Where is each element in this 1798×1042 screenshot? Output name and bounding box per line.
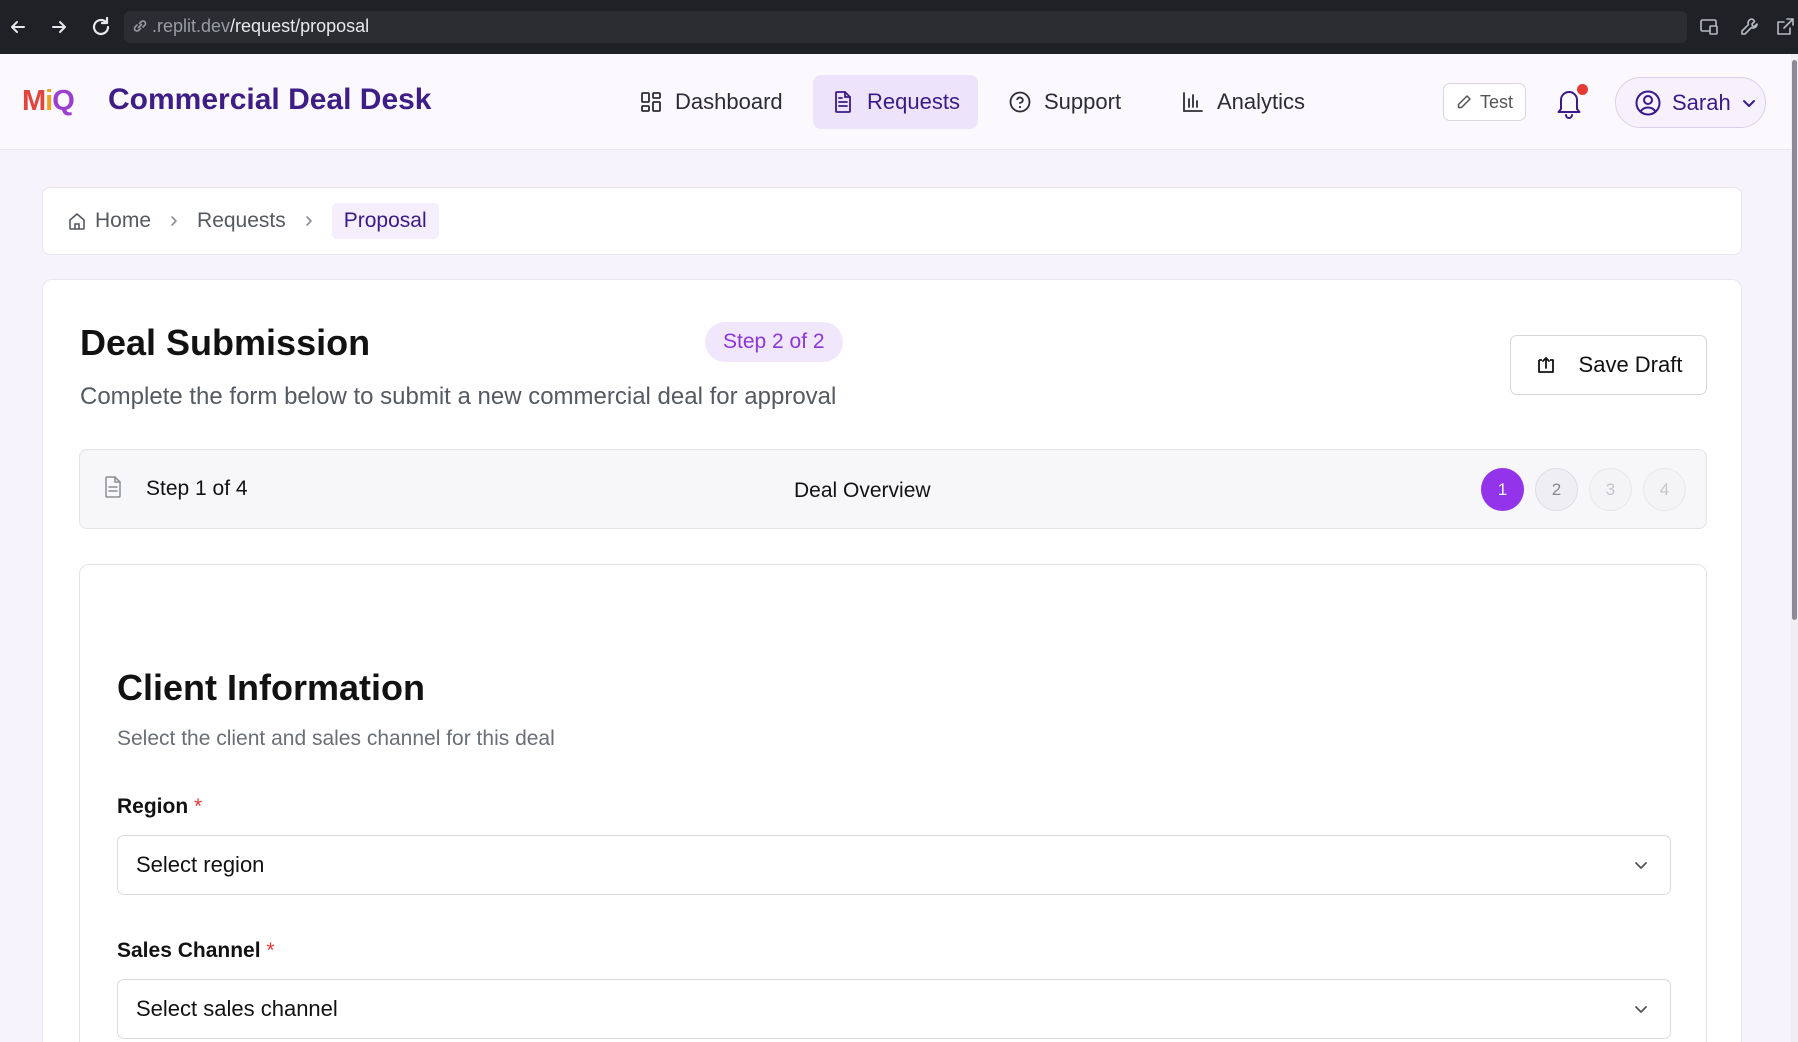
arrow-left-icon — [11, 21, 25, 33]
bar-chart-icon — [1183, 92, 1203, 112]
breadcrumb: Home Requests Proposal — [42, 187, 1742, 255]
link-icon — [131, 17, 149, 35]
chevron-right-icon — [302, 214, 316, 228]
document-icon — [104, 476, 122, 498]
step-badge: Step 2 of 2 — [705, 322, 843, 362]
breadcrumb-proposal-label: Proposal — [343, 209, 427, 232]
upload-icon — [1537, 357, 1554, 373]
breadcrumb-requests-label: Requests — [197, 209, 286, 232]
region-label-text: Region — [117, 795, 189, 818]
logo-letter-q: Q — [52, 85, 75, 117]
step-count: Step 1 of 4 — [146, 477, 248, 500]
test-button[interactable]: Test — [1443, 83, 1526, 121]
arrow-right-icon — [52, 21, 66, 33]
required-marker: * — [266, 939, 275, 962]
step-indicator-1[interactable]: 1 — [1481, 468, 1524, 511]
app-header: MiQ Commercial Deal Desk Dashboard Reque… — [0, 54, 1791, 150]
page-title: Deal Submission — [80, 322, 371, 363]
nav-support[interactable]: Support — [990, 75, 1139, 129]
save-draft-button[interactable]: Save Draft — [1510, 335, 1707, 395]
section-description: Select the client and sales channel for … — [117, 727, 555, 750]
region-select[interactable]: Select region — [117, 835, 1671, 895]
region-select-value: Select region — [136, 852, 265, 877]
pencil-icon — [1457, 95, 1471, 109]
sales-channel-select[interactable]: Select sales channel — [117, 979, 1671, 1039]
nav-analytics[interactable]: Analytics — [1163, 75, 1323, 129]
external-link-icon — [1777, 18, 1794, 35]
home-icon — [69, 213, 85, 230]
notifications-button[interactable] — [1554, 84, 1588, 120]
breadcrumb-requests[interactable]: Requests — [197, 209, 286, 233]
nav-requests[interactable]: Requests — [813, 75, 978, 129]
cast-button[interactable] — [1696, 14, 1722, 40]
devtools-button[interactable] — [1736, 14, 1762, 40]
reload-button[interactable] — [86, 12, 116, 42]
required-marker: * — [194, 795, 203, 818]
forward-button[interactable] — [44, 12, 74, 42]
help-circle-icon — [1009, 91, 1031, 113]
scrollbar-thumb[interactable] — [1792, 60, 1797, 620]
step-progress: Step 1 of 4 Deal Overview 1 2 3 4 — [79, 449, 1707, 529]
breadcrumb-home[interactable]: Home — [67, 209, 151, 233]
url-text: .replit.dev/request/proposal — [152, 16, 369, 37]
sales-channel-select-value: Select sales channel — [136, 996, 338, 1021]
nav-analytics-label: Analytics — [1217, 89, 1306, 114]
step-indicator-3[interactable]: 3 — [1589, 468, 1632, 511]
chevron-down-icon — [1635, 1006, 1647, 1013]
nav-dashboard-label: Dashboard — [675, 89, 783, 114]
browser-toolbar: .replit.dev/request/proposal — [0, 0, 1798, 54]
reload-icon — [92, 16, 110, 36]
chevron-down-icon — [1742, 99, 1755, 107]
page-subtitle: Complete the form below to submit a new … — [80, 383, 837, 410]
nav-support-label: Support — [1044, 89, 1122, 114]
user-menu-button[interactable]: Sarah — [1615, 77, 1766, 128]
nav-dashboard[interactable]: Dashboard — [621, 75, 801, 129]
step-indicator-4[interactable]: 4 — [1643, 468, 1686, 511]
back-button[interactable] — [3, 12, 33, 42]
brand-logo[interactable]: MiQ — [22, 85, 75, 117]
notification-dot — [1577, 84, 1588, 95]
client-information-form: Client Information Select the client and… — [79, 564, 1707, 1042]
test-button-label: Test — [1479, 91, 1513, 112]
step-indicator-2[interactable]: 2 — [1535, 468, 1578, 511]
breadcrumb-proposal: Proposal — [331, 203, 439, 239]
chevron-down-icon — [1635, 862, 1647, 869]
wrench-icon — [1741, 18, 1758, 35]
user-circle-icon — [1635, 90, 1661, 115]
url-path: /request/proposal — [230, 16, 370, 36]
document-icon — [835, 91, 851, 113]
section-title: Client Information — [117, 667, 425, 708]
open-new-tab-button[interactable] — [1772, 14, 1798, 40]
deal-submission-card: Deal Submission Step 2 of 2 Complete the… — [42, 279, 1742, 1042]
grid-icon — [641, 92, 661, 112]
sales-channel-label: Sales Channel * — [117, 939, 275, 963]
app-title: Commercial Deal Desk — [108, 83, 432, 116]
nav-requests-label: Requests — [867, 89, 960, 114]
save-draft-label: Save Draft — [1578, 352, 1683, 377]
region-label: Region * — [117, 795, 202, 819]
sales-channel-label-text: Sales Channel — [117, 939, 261, 962]
user-name: Sarah — [1672, 89, 1731, 115]
step-name: Deal Overview — [794, 479, 931, 502]
breadcrumb-home-label: Home — [95, 209, 152, 232]
cast-icon — [1700, 19, 1718, 35]
chevron-right-icon — [167, 214, 181, 228]
logo-letter-m: M — [22, 85, 46, 117]
url-host: .replit.dev — [152, 16, 231, 36]
